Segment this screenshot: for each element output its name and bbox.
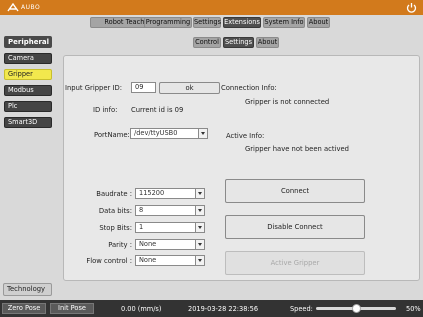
subtab-about[interactable]: About [256,37,279,48]
chevron-down-icon [195,189,204,198]
parity-label: Parity : [108,241,132,249]
tab-settings[interactable]: Settings [193,17,221,28]
active-info-label: Active Info: [226,132,265,140]
timestamp: 2019-03-28 22:38:56 [188,305,259,313]
chevron-down-icon [195,256,204,265]
active-info-value: Gripper have not been actived [245,145,349,153]
init-pose-button[interactable]: Init Pose [50,303,94,314]
data-bits-value: 8 [139,206,144,214]
data-bits-select[interactable]: 8 [135,205,205,216]
portname-select[interactable]: /dev/ttyUSB0 [130,128,208,139]
baudrate-value: 115200 [139,189,165,197]
disable-connect-button[interactable]: Disable Connect [225,215,365,239]
subtab-settings[interactable]: Settings [223,37,254,48]
flow-control-label: Flow control : [86,257,132,265]
tab-system-info[interactable]: System Info [263,17,305,28]
sidebar-item-camera[interactable]: Camera [4,53,52,64]
sidebar-item-plc[interactable]: Plc [4,101,52,112]
logo-text: AUBO [21,4,41,11]
parity-value: None [139,240,157,248]
baudrate-select[interactable]: 115200 [135,188,205,199]
sidebar-item-modbus[interactable]: Modbus [4,85,52,96]
sidebar: Peripheral Camera Gripper Modbus Plc Sma… [0,36,55,300]
baudrate-label: Baudrate : [96,190,132,198]
tab-about[interactable]: About [307,17,330,28]
connection-info-value: Gripper is not connected [245,98,330,106]
aubo-logo: AUBO [7,2,40,13]
id-info-value: Current id is 09 [131,106,184,114]
parity-select[interactable]: None [135,239,205,250]
input-gripper-id-label: Input Gripper ID: [65,84,123,92]
flow-control-select[interactable]: None [135,255,205,266]
portname-value: /dev/ttyUSB0 [134,129,178,137]
speed-percent: 50% [406,305,421,313]
title-bar: AUBO [0,0,423,15]
chevron-down-icon [195,240,204,249]
gripper-id-input[interactable]: 09 [131,82,156,93]
data-bits-label: Data bits: [98,207,132,215]
status-bar: Zero Pose Init Pose 0.00 (mm/s) 2019-03-… [0,300,423,317]
stop-bits-select[interactable]: 1 [135,222,205,233]
sidebar-item-gripper[interactable]: Gripper [4,69,52,80]
flow-control-value: None [139,256,157,264]
power-icon[interactable] [405,1,418,14]
ok-button[interactable]: ok [159,82,220,94]
stop-bits-label: Stop Bits: [99,224,132,232]
gripper-settings-panel: Input Gripper ID: 09 ok Connection Info:… [63,55,420,281]
sidebar-title: Peripheral [4,36,52,48]
portname-label: PortName: [94,131,130,139]
subtab-control[interactable]: Control [193,37,221,48]
connection-info-label: Connection Info: [221,84,277,92]
id-info-label: ID info: [93,106,118,114]
chevron-down-icon [195,206,204,215]
header-tab-area: Robot Teaching Programming Settings Exte… [0,15,423,50]
chevron-down-icon [198,129,207,138]
speed-label: Speed: [290,305,313,313]
active-gripper-button[interactable]: Active Gripper [225,251,365,275]
zero-pose-button[interactable]: Zero Pose [2,303,46,314]
tab-programming[interactable]: Programming [144,17,192,28]
speed-slider-handle[interactable] [351,304,361,313]
tab-extensions[interactable]: Extensions [223,17,261,28]
chevron-down-icon [195,223,204,232]
speed-value: 0.00 (mm/s) [121,305,162,313]
connect-button[interactable]: Connect [225,179,365,203]
aubo-logo-icon [7,3,19,12]
sidebar-item-smart3d[interactable]: Smart3D [4,117,52,128]
stop-bits-value: 1 [139,223,144,231]
technology-button[interactable]: Technology [3,283,52,296]
